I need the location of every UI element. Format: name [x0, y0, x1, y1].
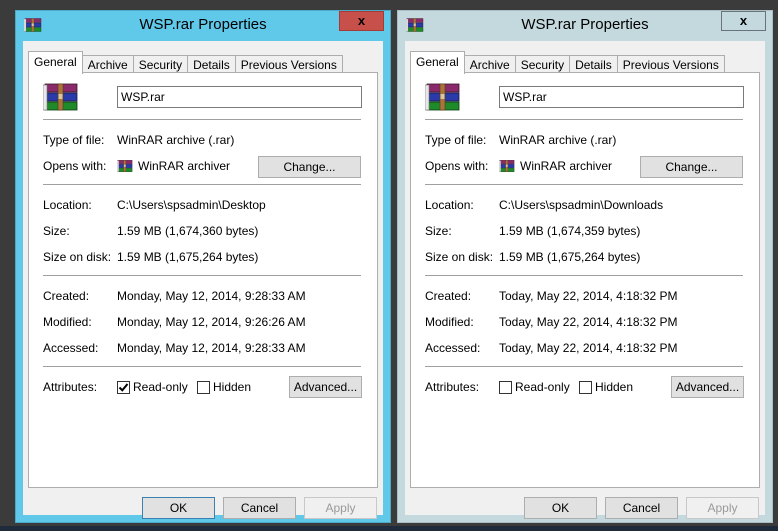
window-title: WSP.rar Properties — [139, 16, 267, 33]
separator — [425, 366, 743, 367]
location-label: Location: — [43, 198, 92, 212]
winrar-archive-icon — [43, 83, 78, 111]
separator — [425, 119, 743, 120]
accessed-value: Monday, May 12, 2014, 9:28:33 AM — [117, 341, 306, 355]
tab-strip: General Archive Security Details Previou… — [410, 51, 725, 74]
size-on-disk-value: 1.59 MB (1,675,264 bytes) — [499, 250, 641, 264]
properties-window-desktop: WSP.rar Properties x General Archive Sec… — [15, 10, 391, 523]
winrar-archive-icon — [425, 83, 460, 111]
separator — [425, 275, 743, 276]
read-only-label[interactable]: Read-only — [133, 380, 188, 394]
modified-label: Modified: — [43, 315, 92, 329]
ok-button[interactable]: OK — [142, 497, 215, 519]
hidden-label[interactable]: Hidden — [213, 380, 251, 394]
tab-general[interactable]: General — [410, 51, 465, 74]
opens-with-label: Opens with: — [43, 159, 107, 173]
checkmark-icon — [118, 383, 129, 392]
general-panel: Type of file: WinRAR archive (.rar) Open… — [410, 72, 760, 488]
location-label: Location: — [425, 198, 474, 212]
hidden-label[interactable]: Hidden — [595, 380, 633, 394]
size-on-disk-value: 1.59 MB (1,675,264 bytes) — [117, 250, 259, 264]
created-value: Monday, May 12, 2014, 9:28:33 AM — [117, 289, 306, 303]
close-button[interactable]: x — [339, 11, 384, 31]
winrar-app-icon — [499, 160, 515, 172]
opens-with-label: Opens with: — [425, 159, 489, 173]
size-on-disk-label: Size on disk: — [425, 250, 494, 264]
read-only-label[interactable]: Read-only — [515, 380, 570, 394]
size-label: Size: — [43, 224, 70, 238]
modified-value: Monday, May 12, 2014, 9:26:26 AM — [117, 315, 306, 329]
change-button[interactable]: Change... — [258, 156, 361, 178]
created-value: Today, May 22, 2014, 4:18:32 PM — [499, 289, 678, 303]
dialog-client: General Archive Security Details Previou… — [23, 41, 383, 519]
tab-archive[interactable]: Archive — [464, 55, 516, 73]
window-title: WSP.rar Properties — [521, 16, 649, 33]
dialog-client: General Archive Security Details Previou… — [405, 41, 765, 519]
cancel-button[interactable]: Cancel — [605, 497, 678, 519]
opens-with-value: WinRAR archiver — [138, 159, 231, 173]
advanced-button[interactable]: Advanced... — [289, 376, 362, 398]
attributes-label: Attributes: — [43, 380, 98, 394]
separator — [43, 119, 361, 120]
tab-details[interactable]: Details — [570, 55, 618, 73]
file-name-input[interactable] — [117, 86, 362, 108]
advanced-button[interactable]: Advanced... — [671, 376, 744, 398]
attributes-label: Attributes: — [425, 380, 480, 394]
separator — [425, 184, 743, 185]
created-label: Created: — [43, 289, 90, 303]
type-of-file-label: Type of file: — [425, 133, 487, 147]
ok-button[interactable]: OK — [524, 497, 597, 519]
accessed-value: Today, May 22, 2014, 4:18:32 PM — [499, 341, 678, 355]
location-value: C:\Users\spsadmin\Downloads — [499, 198, 664, 212]
type-of-file-label: Type of file: — [43, 133, 105, 147]
created-label: Created: — [425, 289, 472, 303]
title-bar[interactable]: WSP.rar Properties x — [398, 11, 772, 41]
size-value: 1.59 MB (1,674,359 bytes) — [499, 224, 641, 238]
tab-archive[interactable]: Archive — [82, 55, 134, 73]
tab-previous-versions[interactable]: Previous Versions — [235, 55, 343, 73]
tab-strip: General Archive Security Details Previou… — [28, 51, 343, 74]
title-bar[interactable]: WSP.rar Properties x — [16, 11, 390, 41]
size-label: Size: — [425, 224, 452, 238]
tab-previous-versions[interactable]: Previous Versions — [617, 55, 725, 73]
general-panel: Type of file: WinRAR archive (.rar) Open… — [28, 72, 378, 488]
properties-window-downloads: WSP.rar Properties x General Archive Sec… — [397, 10, 773, 523]
close-button[interactable]: x — [721, 11, 766, 31]
change-button[interactable]: Change... — [640, 156, 743, 178]
tab-security[interactable]: Security — [515, 55, 571, 73]
cancel-button[interactable]: Cancel — [223, 497, 296, 519]
modified-label: Modified: — [425, 315, 474, 329]
type-of-file-value: WinRAR archive (.rar) — [117, 133, 235, 147]
opens-with-value: WinRAR archiver — [520, 159, 613, 173]
taskbar — [0, 526, 778, 531]
tab-general[interactable]: General — [28, 51, 83, 74]
separator — [43, 184, 361, 185]
size-value: 1.59 MB (1,674,360 bytes) — [117, 224, 259, 238]
accessed-label: Accessed: — [43, 341, 99, 355]
tab-details[interactable]: Details — [188, 55, 236, 73]
type-of-file-value: WinRAR archive (.rar) — [499, 133, 617, 147]
separator — [43, 275, 361, 276]
apply-button[interactable]: Apply — [304, 497, 377, 519]
accessed-label: Accessed: — [425, 341, 481, 355]
hidden-checkbox[interactable] — [197, 381, 210, 394]
file-name-input[interactable] — [499, 86, 744, 108]
modified-value: Today, May 22, 2014, 4:18:32 PM — [499, 315, 678, 329]
separator — [43, 366, 361, 367]
size-on-disk-label: Size on disk: — [43, 250, 112, 264]
location-value: C:\Users\spsadmin\Desktop — [117, 198, 266, 212]
winrar-app-icon — [117, 160, 133, 172]
tab-security[interactable]: Security — [133, 55, 189, 73]
read-only-checkbox[interactable] — [117, 381, 130, 394]
read-only-checkbox[interactable] — [499, 381, 512, 394]
hidden-checkbox[interactable] — [579, 381, 592, 394]
apply-button[interactable]: Apply — [686, 497, 759, 519]
